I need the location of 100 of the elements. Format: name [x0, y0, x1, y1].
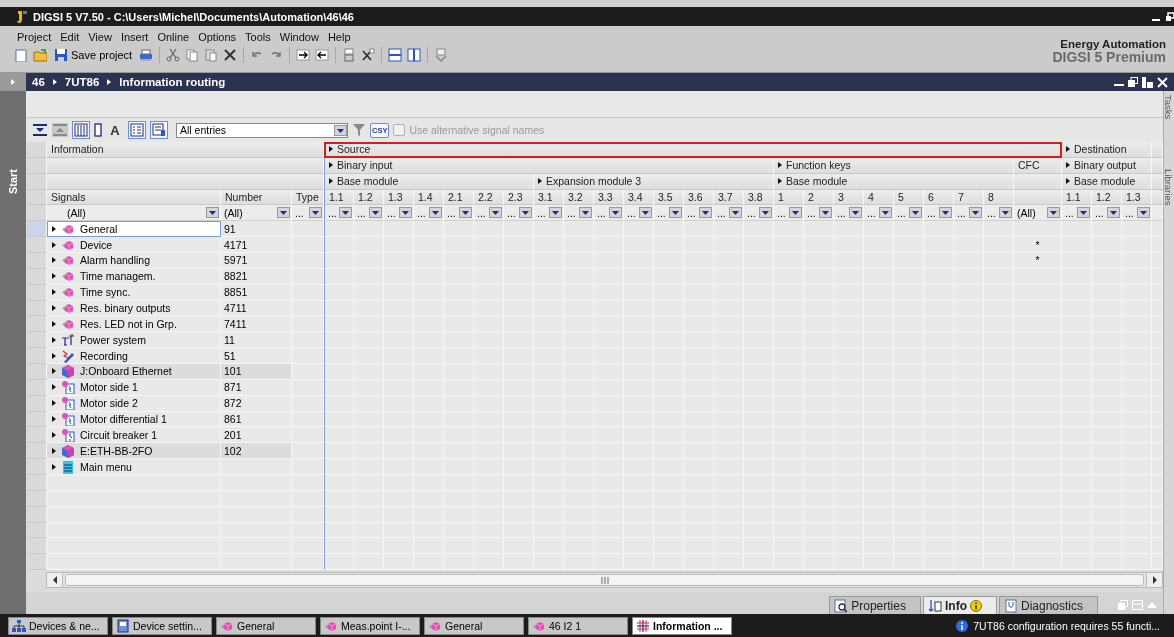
expand-arrow-icon[interactable] [778, 162, 782, 169]
filter-field[interactable]: ... [1062, 205, 1092, 222]
dropdown-button[interactable] [909, 207, 922, 219]
dropdown-button[interactable] [759, 207, 772, 219]
expand-arrow-icon[interactable] [52, 305, 56, 311]
taskbar-item[interactable]: Meas.point I-... [320, 616, 420, 635]
group-header[interactable]: Destination [1062, 142, 1152, 158]
tree-item[interactable]: Res. LED not in Grp. [47, 316, 221, 333]
filter-field[interactable]: ... [384, 205, 414, 222]
filter-field[interactable]: ... [564, 205, 594, 222]
restore-icon[interactable] [1166, 11, 1174, 22]
dropdown-button[interactable] [729, 207, 742, 219]
dropdown-button[interactable] [519, 207, 532, 219]
filter-field[interactable]: (All) [221, 205, 292, 222]
dropdown-button[interactable] [849, 207, 862, 219]
menu-item[interactable]: Help [324, 30, 357, 44]
menu-item[interactable]: View [85, 30, 118, 44]
dropdown-button[interactable] [489, 207, 502, 219]
split-vertical-icon[interactable] [407, 48, 422, 62]
expand-arrow-icon[interactable] [52, 336, 56, 343]
filter-field[interactable]: ... [894, 205, 924, 222]
scroll-right-button[interactable] [1146, 573, 1162, 587]
dropdown-button[interactable] [609, 207, 622, 219]
compile-icon[interactable] [434, 48, 449, 62]
filter-field[interactable]: ... [1092, 205, 1122, 222]
float-window-icon[interactable] [1142, 76, 1153, 88]
tree-item[interactable]: Motor differential 1 [47, 411, 221, 428]
filter-field[interactable]: ... [324, 205, 354, 222]
dropdown-button[interactable] [309, 207, 322, 219]
dropdown-button[interactable] [789, 207, 802, 219]
split-horizontal-icon[interactable] [388, 48, 403, 62]
expand-arrow-icon[interactable] [52, 447, 56, 454]
taskbar-item[interactable]: General [424, 616, 524, 635]
taskbar-item[interactable]: Devices & ne... [8, 616, 108, 635]
menu-item[interactable]: Project [14, 30, 58, 44]
expand-arrow-icon[interactable] [52, 257, 56, 264]
filter-field[interactable]: ... [1122, 205, 1152, 222]
filter-icon[interactable] [352, 123, 366, 137]
dropdown-button[interactable] [399, 207, 412, 219]
menu-item[interactable]: Options [195, 30, 243, 44]
expand-arrow-icon[interactable] [52, 368, 56, 375]
dropdown-button[interactable] [339, 207, 352, 219]
menu-item[interactable]: Insert [117, 30, 155, 44]
taskbar-item[interactable]: 46 I2 1 [528, 616, 628, 635]
expand-arrow-icon[interactable] [329, 178, 333, 185]
tree-item[interactable]: E:ETH-BB-2FO [47, 443, 221, 460]
dropdown-button[interactable] [1107, 207, 1120, 219]
filter-field[interactable]: ... [924, 205, 954, 222]
filter-field[interactable]: ... [804, 205, 834, 222]
taskbar-item[interactable]: Device settin... [112, 616, 212, 635]
expand-arrow-icon[interactable] [538, 178, 542, 185]
dropdown-button[interactable] [277, 207, 290, 219]
expand-arrow-icon[interactable] [52, 241, 56, 248]
filter-field[interactable]: ... [624, 205, 654, 222]
tree-item[interactable]: General [47, 221, 221, 238]
filter-field[interactable]: ... [474, 205, 504, 222]
expand-arrow-icon[interactable] [1066, 178, 1070, 185]
expand-arrow-icon[interactable] [329, 162, 333, 169]
dropdown-button[interactable] [999, 207, 1012, 219]
dropdown-button[interactable] [1077, 207, 1090, 219]
list-view-button[interactable] [128, 121, 146, 139]
close-icon[interactable] [1157, 76, 1168, 88]
dropdown-button[interactable] [369, 207, 382, 219]
expand-arrow-icon[interactable] [52, 431, 56, 438]
filter-field[interactable]: ... [594, 205, 624, 222]
tree-item[interactable]: J:Onboard Ethernet [47, 364, 221, 380]
filter-field[interactable]: (All) [47, 205, 221, 222]
filter-field[interactable]: ... [292, 205, 324, 222]
panel-tab[interactable]: Diagnostics [998, 596, 1098, 614]
print-icon[interactable] [139, 48, 154, 62]
panel-tab[interactable]: Properties [829, 596, 921, 614]
dropdown-button[interactable] [699, 207, 712, 219]
dropdown-button[interactable] [549, 207, 562, 219]
expand-arrow-icon[interactable] [52, 384, 56, 391]
filter-field[interactable]: ... [714, 205, 744, 222]
tree-item[interactable]: Device [47, 237, 221, 253]
dropdown-button[interactable] [579, 207, 592, 219]
expand-arrow-icon[interactable] [52, 320, 56, 327]
dropdown-button[interactable] [879, 207, 892, 219]
breadcrumb-item[interactable]: Information routing [119, 76, 226, 88]
expand-arrow-icon[interactable] [52, 273, 56, 280]
breadcrumb-item[interactable]: 7UT86 [64, 76, 100, 88]
new-project-icon[interactable] [14, 48, 28, 62]
tree-item[interactable]: Res. binary outputs [47, 300, 221, 317]
taskbar-item[interactable]: General [216, 616, 316, 635]
expand-arrow-icon[interactable] [52, 225, 56, 232]
filter-field[interactable]: ... [984, 205, 1014, 222]
filter-field[interactable]: ... [774, 205, 804, 222]
menu-item[interactable]: Online [154, 30, 196, 44]
cut-icon[interactable] [166, 48, 181, 62]
filter-field[interactable]: ... [954, 205, 984, 222]
tree-item[interactable]: Power system [47, 332, 221, 349]
horizontal-scrollbar[interactable] [46, 572, 1163, 588]
font-button[interactable]: A [106, 121, 124, 139]
menu-item[interactable]: Edit [57, 30, 86, 44]
dropdown-button[interactable] [969, 207, 982, 219]
menu-item[interactable]: Tools [242, 30, 277, 44]
tree-item[interactable]: Main menu [47, 459, 221, 476]
restore-icon[interactable] [1128, 77, 1138, 87]
filter-field[interactable]: ... [684, 205, 714, 222]
